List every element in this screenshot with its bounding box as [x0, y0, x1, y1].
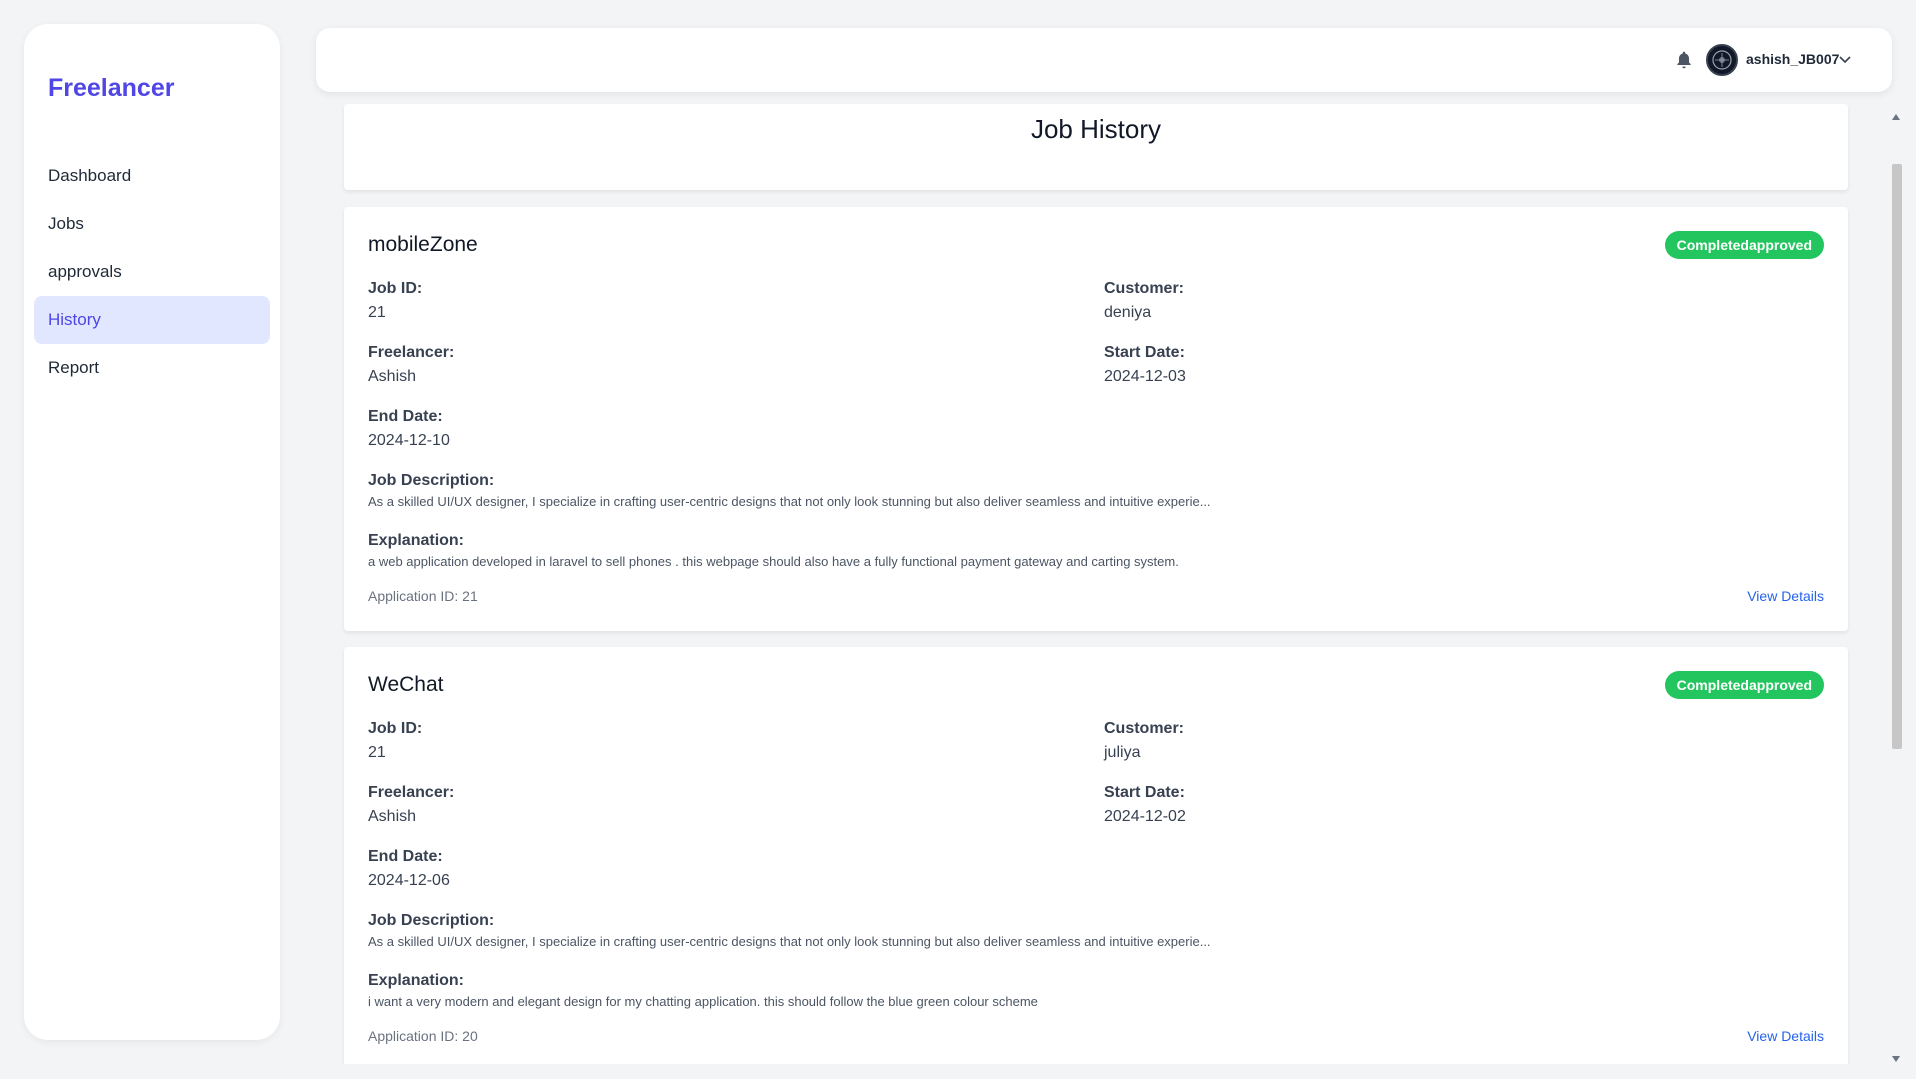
- job-card: mobileZone Completedapproved Job ID: 21 …: [344, 207, 1848, 631]
- scroll-thumb[interactable]: [1892, 164, 1902, 749]
- scroll-down-arrow-icon[interactable]: [1891, 1050, 1901, 1062]
- explanation-label: Explanation:: [368, 532, 465, 549]
- top-bar: ashish_JB007: [316, 28, 1892, 92]
- explanation-label: Explanation:: [368, 972, 465, 989]
- freelancer-value: Ashish: [368, 368, 417, 385]
- end-date-value: 2024-12-06: [368, 872, 450, 889]
- customer-label: Customer:: [1104, 280, 1185, 297]
- application-id: Application ID: 20: [368, 1028, 478, 1044]
- status-badge: Completedapproved: [1664, 231, 1824, 259]
- customer-field: Customer: deniya: [1104, 279, 1184, 323]
- sidebar-nav: Dashboard Jobs approvals History Report: [34, 152, 270, 392]
- explanation-text: i want a very modern and elegant design …: [368, 994, 1038, 1009]
- application-id: Application ID: 21: [368, 588, 478, 604]
- job-description-field: Job Description: As a skilled UI/UX desi…: [368, 911, 1818, 951]
- start-date-value: 2024-12-02: [1104, 808, 1186, 825]
- customer-value: deniya: [1104, 304, 1152, 321]
- end-date-value: 2024-12-10: [368, 432, 450, 449]
- explanation-text: a web application developed in laravel t…: [368, 554, 1179, 569]
- view-details-link[interactable]: View Details: [1747, 588, 1824, 604]
- start-date-label: Start Date:: [1104, 344, 1185, 361]
- sidebar-item-approvals[interactable]: approvals: [34, 248, 270, 296]
- explanation-field: Explanation: a web application developed…: [368, 531, 1818, 571]
- sidebar-item-jobs[interactable]: Jobs: [34, 200, 270, 248]
- job-description-text: As a skilled UI/UX designer, I specializ…: [368, 934, 1211, 949]
- customer-field: Customer: juliya: [1104, 719, 1184, 763]
- view-details-link[interactable]: View Details: [1747, 1028, 1824, 1044]
- job-description-label: Job Description:: [368, 912, 495, 929]
- start-date-field: Start Date: 2024-12-03: [1104, 343, 1186, 387]
- start-date-field: Start Date: 2024-12-02: [1104, 783, 1186, 827]
- job-title: mobileZone: [368, 233, 478, 256]
- job-id-value: 21: [368, 744, 386, 761]
- scroll-up-arrow-icon[interactable]: [1891, 108, 1901, 120]
- sidebar-item-report[interactable]: Report: [34, 344, 270, 392]
- start-date-value: 2024-12-03: [1104, 368, 1186, 385]
- job-card: WeChat Completedapproved Job ID: 21 Cust…: [344, 647, 1848, 1064]
- job-id-label: Job ID:: [368, 280, 423, 297]
- freelancer-field: Freelancer: Ashish: [368, 783, 454, 827]
- job-id-value: 21: [368, 304, 386, 321]
- sidebar: Freelancer Dashboard Jobs approvals Hist…: [24, 24, 280, 1040]
- end-date-field: End Date: 2024-12-10: [368, 407, 450, 451]
- scrollbar[interactable]: [1888, 104, 1904, 1064]
- job-description-text: As a skilled UI/UX designer, I specializ…: [368, 494, 1211, 509]
- job-description-field: Job Description: As a skilled UI/UX desi…: [368, 471, 1818, 511]
- job-title: WeChat: [368, 673, 444, 696]
- end-date-field: End Date: 2024-12-06: [368, 847, 450, 891]
- user-name[interactable]: ashish_JB007: [1746, 51, 1839, 67]
- brand-logo[interactable]: Freelancer: [48, 74, 174, 103]
- page-title: Job History: [1030, 114, 1162, 144]
- chevron-down-icon[interactable]: [1838, 52, 1852, 66]
- main-content: Job History mobileZone Completedapproved…: [316, 104, 1888, 1064]
- freelancer-label: Freelancer:: [368, 344, 455, 361]
- avatar[interactable]: [1706, 44, 1738, 76]
- bell-icon[interactable]: [1674, 50, 1694, 70]
- job-id-field: Job ID: 21: [368, 279, 422, 323]
- customer-label: Customer:: [1104, 720, 1185, 737]
- explanation-field: Explanation: i want a very modern and el…: [368, 971, 1818, 1011]
- sidebar-item-dashboard[interactable]: Dashboard: [34, 152, 270, 200]
- job-description-label: Job Description:: [368, 472, 495, 489]
- freelancer-value: Ashish: [368, 808, 417, 825]
- page-header-card: Job History: [344, 104, 1848, 190]
- freelancer-field: Freelancer: Ashish: [368, 343, 454, 387]
- job-id-field: Job ID: 21: [368, 719, 422, 763]
- status-badge: Completedapproved: [1664, 671, 1824, 699]
- freelancer-label: Freelancer:: [368, 784, 455, 801]
- end-date-label: End Date:: [368, 848, 443, 865]
- start-date-label: Start Date:: [1104, 784, 1185, 801]
- sidebar-item-history[interactable]: History: [34, 296, 270, 344]
- customer-value: juliya: [1104, 744, 1141, 761]
- job-id-label: Job ID:: [368, 720, 423, 737]
- end-date-label: End Date:: [368, 408, 443, 425]
